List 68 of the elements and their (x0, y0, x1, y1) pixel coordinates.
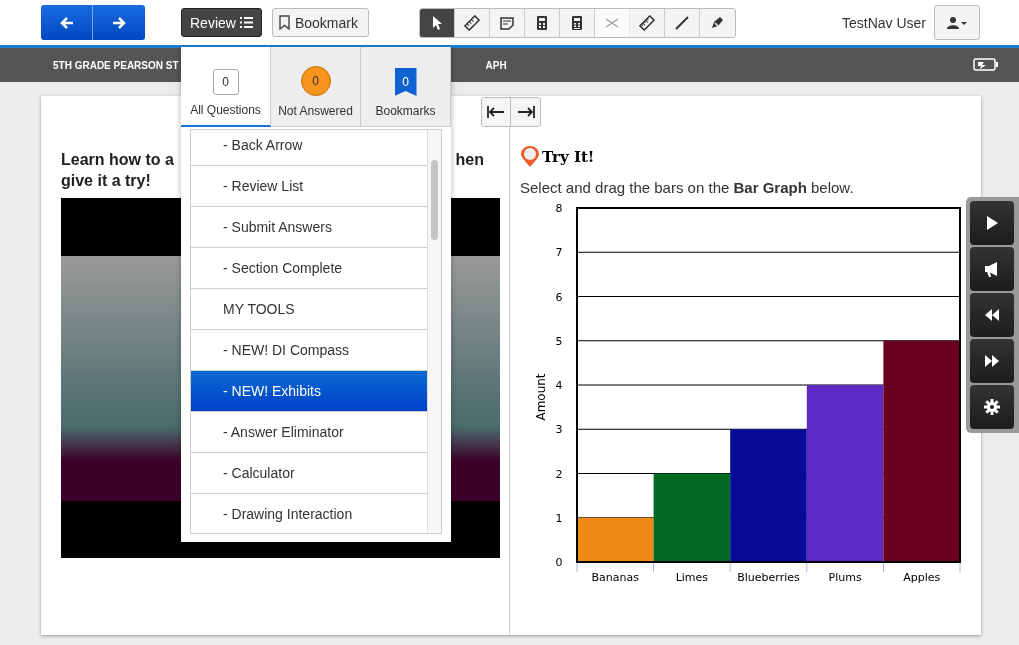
rewind-icon (983, 306, 1001, 324)
user-icon (947, 15, 967, 30)
back-button[interactable] (41, 5, 93, 40)
tool-button[interactable] (524, 8, 560, 37)
tick-label: 6 (555, 290, 563, 304)
right-arrow-icon (112, 16, 126, 29)
settings-button[interactable] (970, 385, 1014, 429)
battery-icon (973, 57, 999, 71)
count-badge: 0 (300, 66, 331, 96)
collapse-left-button[interactable] (482, 98, 511, 126)
scrollbar-thumb[interactable] (431, 160, 438, 240)
instruction-text: Select and drag the bars on the Bar Graph below. (520, 179, 855, 196)
user-menu-button[interactable] (934, 5, 980, 40)
left-arrow-icon (59, 16, 74, 29)
category-label: Limes (675, 571, 709, 584)
tool-button[interactable] (664, 8, 700, 37)
review-tab[interactable]: 0 Bookmarks (361, 47, 451, 127)
highlighter-icon (709, 14, 726, 31)
review-tab[interactable]: 0 Not Answered (271, 47, 361, 127)
tick-label: 5 (555, 334, 563, 348)
pin-icon (520, 146, 540, 168)
review-tab[interactable]: 0 All Questions (181, 47, 271, 127)
user-name: TestNav User (841, 14, 926, 31)
instruction-heading: Learn how to a (61, 151, 174, 169)
test-title: 5TH GRADE PEARSON ST (53, 59, 179, 71)
count-badge: 0 (394, 68, 417, 96)
tool-button[interactable] (559, 8, 595, 37)
tick-label: 3 (555, 423, 563, 437)
tick-label: 0 (555, 556, 563, 569)
category-label: Blueberries (737, 571, 800, 584)
announce-button[interactable] (970, 247, 1014, 291)
next-button[interactable] (93, 5, 145, 40)
tool-button[interactable] (629, 8, 665, 37)
note-icon (498, 14, 515, 31)
category-label: Plums (828, 571, 862, 584)
rewind-button[interactable] (970, 293, 1014, 337)
instruction-heading: hen (455, 151, 484, 169)
tool-button[interactable] (699, 8, 735, 37)
tick-label: 7 (555, 246, 563, 260)
tool-button[interactable] (489, 8, 525, 37)
list-icon (239, 17, 253, 28)
test-title: APH (485, 59, 507, 71)
fast-forward-icon (983, 352, 1001, 370)
category-label: Apples (903, 571, 941, 584)
line-icon (673, 14, 690, 31)
bookmark-button[interactable]: Bookmark (271, 8, 369, 37)
ruler-icon (463, 14, 480, 31)
scrollbar[interactable] (427, 130, 441, 533)
review-button[interactable]: Review (181, 8, 262, 37)
review-list-item[interactable]: - NEW! Exhibits (191, 371, 427, 412)
count-badge: 0 (212, 69, 239, 95)
tool-button[interactable] (419, 8, 455, 37)
play-button[interactable] (970, 201, 1014, 245)
fast-forward-button[interactable] (970, 339, 1014, 383)
settings-icon (983, 398, 1001, 416)
ruler-icon (638, 14, 655, 31)
tick-label: 2 (555, 467, 563, 481)
tick-label: 1 (555, 511, 563, 525)
tool-button[interactable] (454, 8, 490, 37)
instruction-heading: give it a try! (61, 172, 151, 190)
category-label: Bananas (591, 571, 640, 584)
section-title: Try It! (542, 148, 595, 166)
bookmark-icon (278, 15, 290, 30)
axis-title: Amount (534, 373, 548, 421)
arrow-to-bar-icon (516, 105, 535, 119)
tick-label: 8 (555, 202, 563, 215)
arrow-to-bar-icon (487, 105, 505, 119)
tick-label: 4 (555, 379, 563, 392)
